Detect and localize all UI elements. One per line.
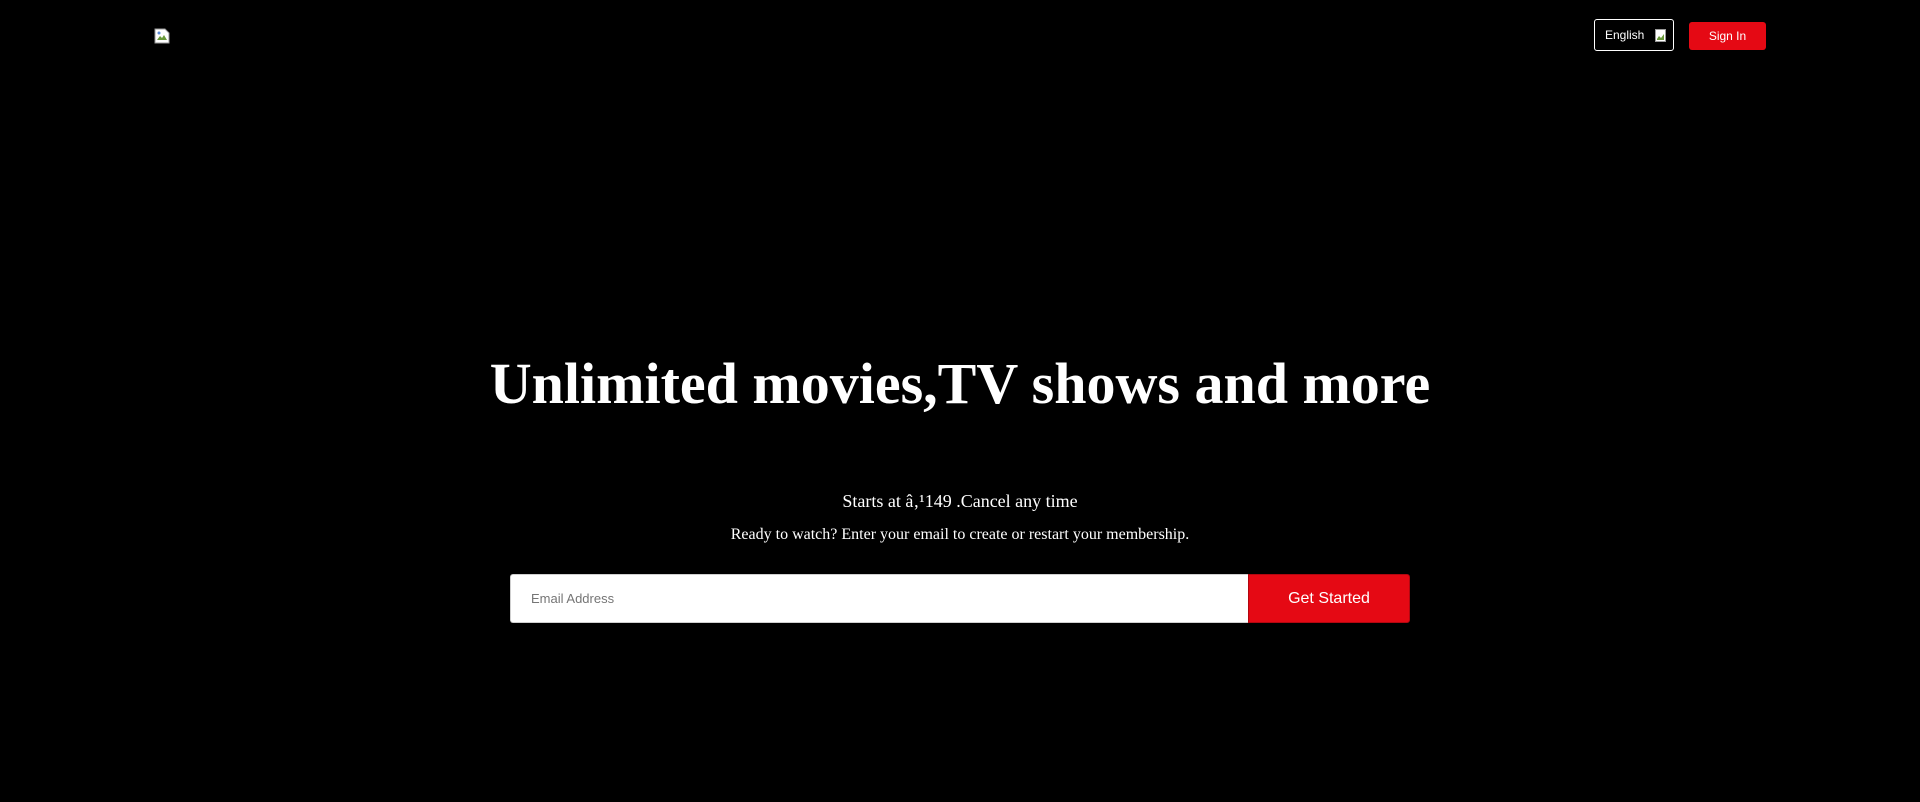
email-input[interactable] [510,574,1248,623]
get-started-button[interactable]: Get Started [1248,574,1410,623]
email-form: Get Started [510,574,1410,623]
broken-image-icon [1655,29,1666,42]
broken-image-icon[interactable] [154,28,170,44]
language-select[interactable]: English [1594,19,1674,51]
hero-title: Unlimited movies,TV shows and more [489,351,1431,416]
landing-page: English Sign In Unlimited movies,TV show… [0,0,1920,802]
sign-in-button[interactable]: Sign In [1689,22,1766,50]
hero-subtitle: Starts at â‚¹149 .Cancel any time [842,491,1078,511]
language-selected-label: English [1605,28,1645,42]
hero-prompt: Ready to watch? Enter your email to crea… [730,526,1190,543]
